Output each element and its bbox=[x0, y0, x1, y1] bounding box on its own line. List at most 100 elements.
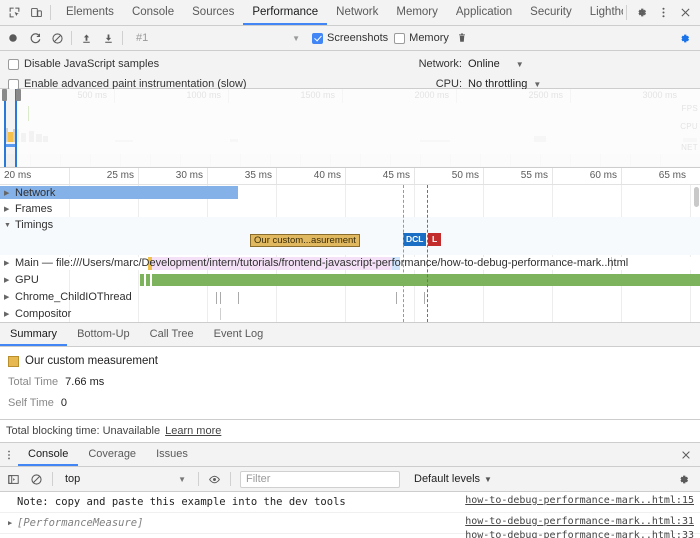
record-button[interactable] bbox=[2, 28, 24, 48]
save-profile-icon[interactable] bbox=[97, 28, 119, 48]
drawer-tab-bar: Console Coverage Issues bbox=[0, 443, 700, 467]
tab-application[interactable]: Application bbox=[447, 0, 521, 25]
track-main[interactable]: ▶ Main — file:///Users/marc/Development/… bbox=[0, 255, 700, 272]
disable-js-samples-checkbox[interactable] bbox=[8, 58, 19, 70]
settings-gear-icon[interactable] bbox=[630, 2, 652, 24]
timeline-tick: 65 ms bbox=[621, 168, 690, 184]
gpu-bar-gap bbox=[150, 274, 152, 286]
load-profile-icon[interactable] bbox=[75, 28, 97, 48]
track-gpu[interactable]: ▶ GPU bbox=[0, 272, 700, 289]
clear-console-icon[interactable] bbox=[26, 469, 47, 489]
drawer-tab-console[interactable]: Console bbox=[18, 443, 79, 466]
io-tick bbox=[424, 292, 425, 304]
tab-bottom-up[interactable]: Bottom-Up bbox=[67, 323, 140, 346]
custom-measurement-bar[interactable]: Our custom...asurement bbox=[250, 234, 360, 247]
console-message-object[interactable]: ▶ PerformanceMeasure{detail: null, name:… bbox=[0, 530, 700, 538]
track-label-network: Network bbox=[15, 187, 56, 199]
track-header-timings[interactable]: ▼ Timings bbox=[0, 217, 53, 233]
tab-security[interactable]: Security bbox=[521, 0, 581, 25]
track-compositor[interactable]: ▶ Compositor bbox=[0, 306, 700, 322]
timeline-ruler: 20 ms 25 ms 30 ms 35 ms 40 ms 45 ms 50 m… bbox=[0, 168, 700, 185]
tabbar-right-icons bbox=[623, 0, 700, 25]
total-blocking-time-bar: Total blocking time: Unavailable Learn m… bbox=[0, 419, 700, 443]
track-network[interactable]: ▶ Network bbox=[0, 185, 700, 201]
tab-sources[interactable]: Sources bbox=[183, 0, 243, 25]
expand-triangle-icon[interactable]: ▶ bbox=[8, 516, 17, 530]
inspect-element-icon[interactable] bbox=[3, 2, 25, 24]
track-header-frames[interactable]: ▶ Frames bbox=[0, 201, 52, 217]
devtools-window: Elements Console Sources Performance Net… bbox=[0, 0, 700, 538]
track-header-gpu[interactable]: ▶ GPU bbox=[0, 272, 39, 288]
track-label-main: Main — file:///Users/marc/Development/in… bbox=[15, 257, 629, 269]
clear-recording-button[interactable] bbox=[46, 28, 68, 48]
console-levels-selector[interactable]: Default levels ▼ bbox=[414, 473, 492, 485]
console-message-source-link[interactable]: how-to-debug-performance-mark..html:31 bbox=[465, 516, 694, 527]
network-select[interactable]: Online ▼ bbox=[468, 58, 524, 70]
tab-event-log[interactable]: Event Log bbox=[204, 323, 274, 346]
track-header-network[interactable]: ▶ Network bbox=[0, 185, 55, 201]
io-tick bbox=[238, 292, 239, 304]
throttling-controls: Network: Online ▼ CPU: No throttling ▼ bbox=[400, 55, 700, 93]
track-header-compositor[interactable]: ▶ Compositor bbox=[0, 306, 71, 322]
track-child-io-thread[interactable]: ▶ Chrome_ChildIOThread bbox=[0, 289, 700, 306]
tab-summary[interactable]: Summary bbox=[0, 323, 68, 346]
advanced-paint-checkbox[interactable] bbox=[8, 78, 19, 90]
tabbar-divider-right bbox=[626, 5, 627, 20]
summary-total-time-row: Total Time 7.66 ms bbox=[8, 376, 700, 388]
tab-network[interactable]: Network bbox=[327, 0, 387, 25]
screenshots-checkbox[interactable]: Screenshots bbox=[312, 32, 388, 44]
live-expression-eye-icon[interactable] bbox=[204, 469, 225, 489]
overview-window-handle-right[interactable] bbox=[16, 89, 21, 101]
dcl-marker-badge[interactable]: DCL bbox=[403, 233, 427, 246]
track-frames[interactable]: ▶ Frames bbox=[0, 201, 700, 217]
overview-window-handle-left[interactable] bbox=[2, 89, 7, 101]
profile-selector[interactable]: #1 ▼ bbox=[130, 29, 306, 47]
drawer-close-icon[interactable] bbox=[680, 443, 700, 466]
console-filter-input[interactable]: Filter bbox=[240, 470, 400, 488]
more-options-icon[interactable] bbox=[652, 2, 674, 24]
flame-chart-scrollbar[interactable] bbox=[694, 187, 699, 207]
console-message-source-link[interactable]: how-to-debug-performance-mark..html:33 bbox=[465, 530, 694, 538]
flame-chart[interactable]: ▶ Network ▶ Frames ▼ Timings DCL L Our c… bbox=[0, 185, 700, 323]
reload-and-record-button[interactable] bbox=[24, 28, 46, 48]
tab-lighthouse[interactable]: Lighthouse bbox=[581, 0, 623, 25]
drawer-tab-issues[interactable]: Issues bbox=[146, 443, 198, 466]
device-toolbar-icon[interactable] bbox=[25, 2, 47, 24]
console-toolbar-right bbox=[673, 469, 697, 489]
console-context-selector[interactable]: top ▼ bbox=[58, 470, 193, 488]
console-sidebar-toggle-icon[interactable] bbox=[3, 469, 24, 489]
console-message-source-link[interactable]: how-to-debug-performance-mark..html:15 bbox=[465, 495, 694, 506]
load-marker-badge[interactable]: L bbox=[428, 233, 442, 246]
track-header-child-io-thread[interactable]: ▶ Chrome_ChildIOThread bbox=[0, 289, 132, 305]
drawer-more-options-icon[interactable] bbox=[0, 443, 18, 466]
close-devtools-icon[interactable] bbox=[674, 2, 696, 24]
drawer-tab-coverage[interactable]: Coverage bbox=[78, 443, 146, 466]
console-context-value: top bbox=[65, 473, 81, 485]
collect-garbage-icon[interactable] bbox=[451, 28, 473, 48]
load-marker-line bbox=[427, 185, 428, 322]
console-settings-gear-icon[interactable] bbox=[673, 469, 694, 489]
profile-selector-value: #1 bbox=[136, 32, 149, 44]
chevron-right-icon: ▶ bbox=[4, 277, 10, 284]
console-toolbar-divider-2 bbox=[198, 472, 199, 486]
gpu-activity-bar[interactable] bbox=[140, 274, 700, 286]
tab-memory[interactable]: Memory bbox=[387, 0, 447, 25]
memory-label: Memory bbox=[409, 32, 449, 44]
timeline-tick: 60 ms bbox=[552, 168, 621, 184]
memory-checkbox[interactable]: Memory bbox=[394, 32, 449, 44]
capture-settings-gear-icon[interactable] bbox=[673, 28, 695, 48]
tab-call-tree[interactable]: Call Tree bbox=[140, 323, 204, 346]
console-message-note[interactable]: Note: copy and paste this example into t… bbox=[0, 492, 700, 513]
network-value: Online bbox=[468, 58, 500, 70]
learn-more-link[interactable]: Learn more bbox=[165, 425, 221, 437]
tab-performance[interactable]: Performance bbox=[243, 0, 328, 25]
tab-console[interactable]: Console bbox=[123, 0, 183, 25]
tab-elements[interactable]: Elements bbox=[57, 0, 123, 25]
timeline-tick: 55 ms bbox=[483, 168, 552, 184]
timeline-overview-pane[interactable]: 500 ms 1000 ms 1500 ms 2000 ms 2500 ms 3… bbox=[0, 89, 700, 168]
timeline-tick: 30 ms bbox=[138, 168, 207, 184]
tabbar-left-icons bbox=[0, 0, 57, 25]
track-header-main[interactable]: ▶ Main — file:///Users/marc/Development/… bbox=[0, 255, 700, 271]
chevron-down-icon: ▼ bbox=[484, 474, 492, 484]
track-timings[interactable]: ▼ Timings DCL L Our custom...asurement bbox=[0, 217, 700, 255]
